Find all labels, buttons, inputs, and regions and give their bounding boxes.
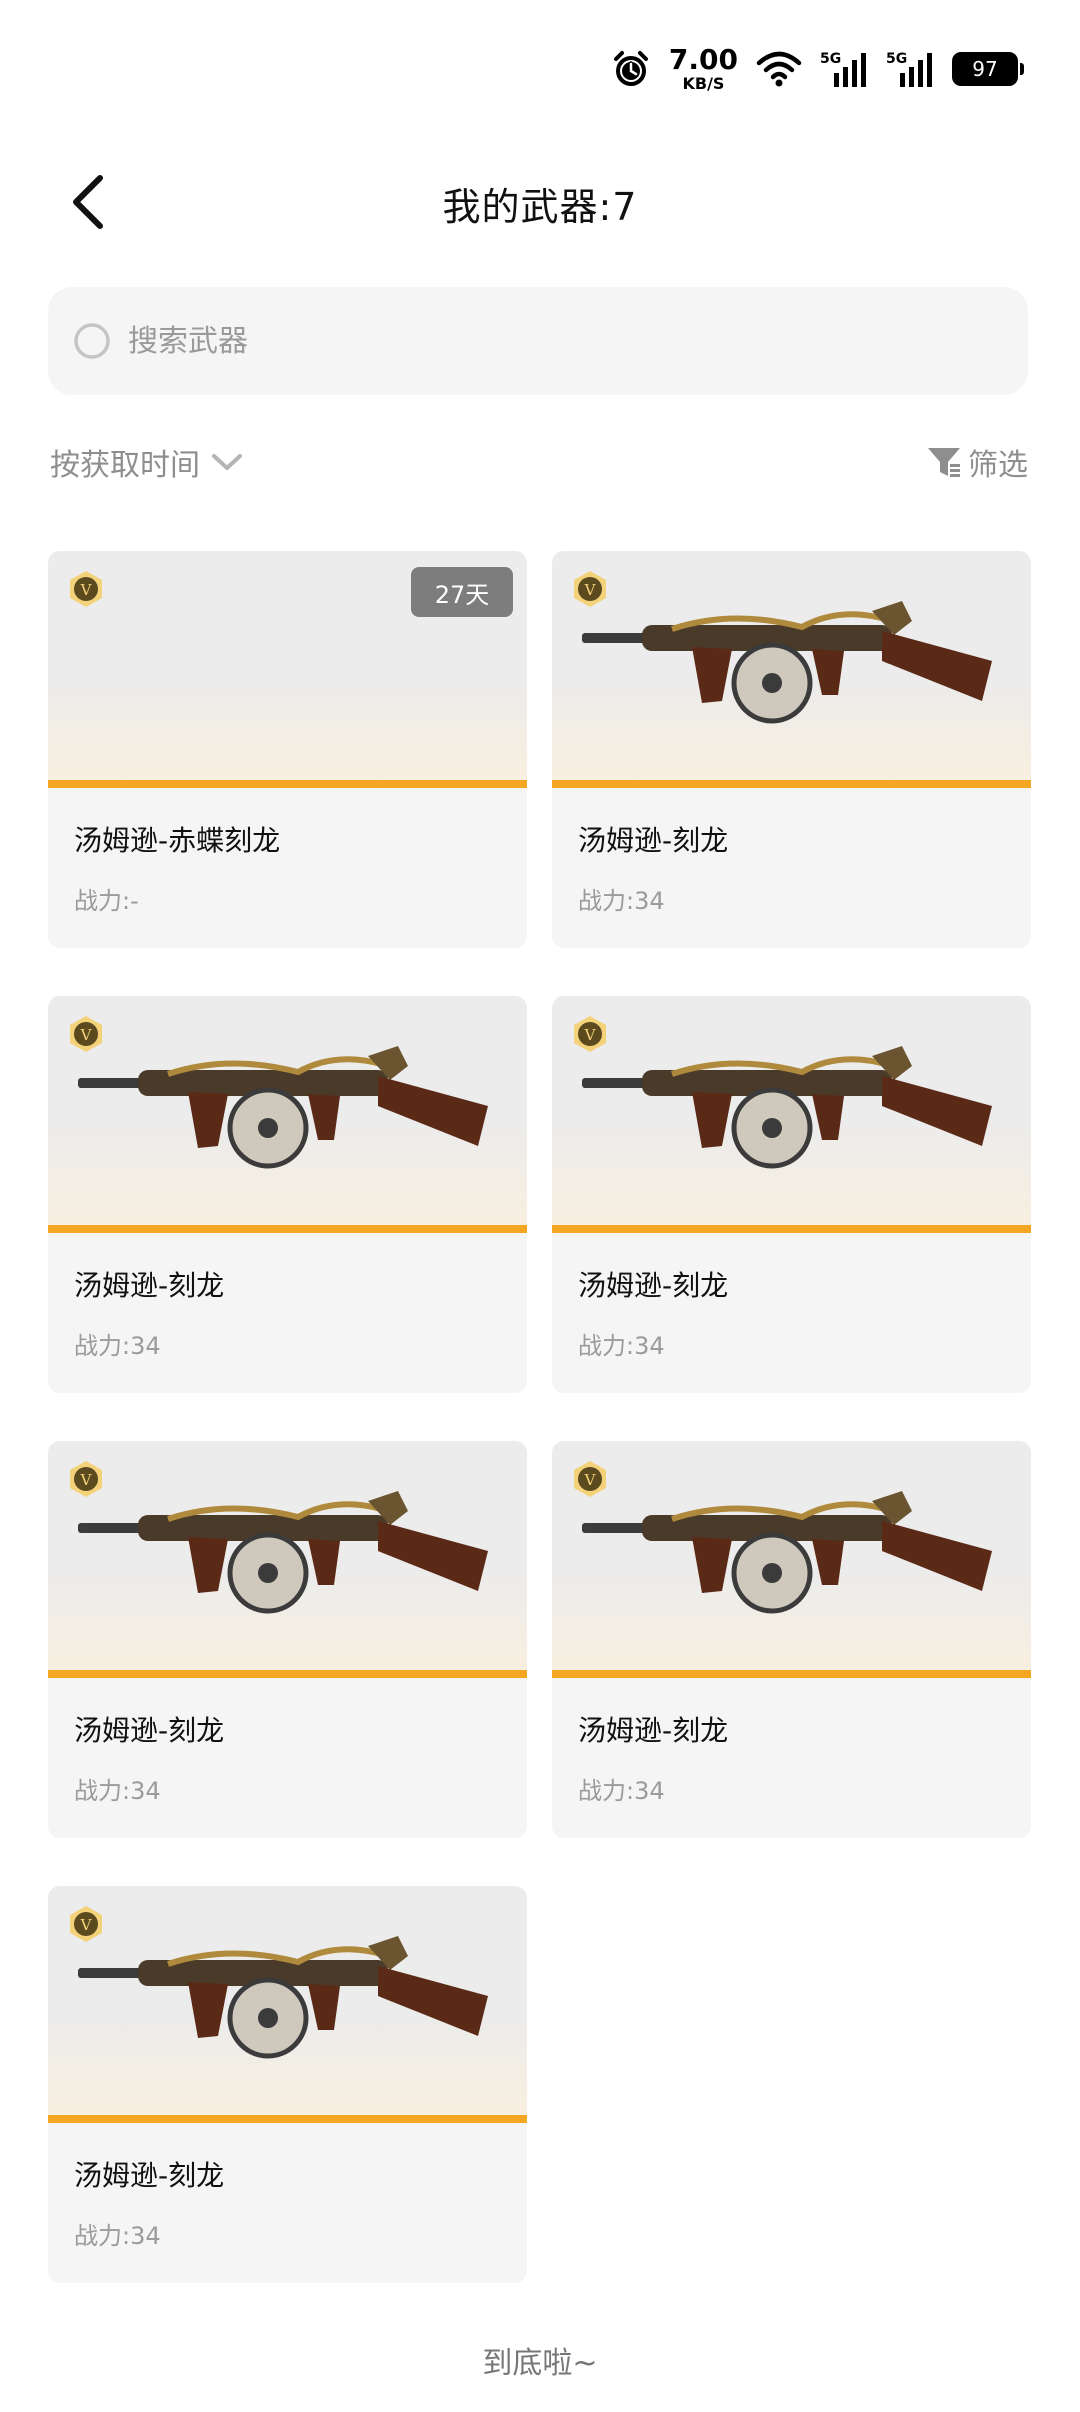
end-of-list-text: 到底啦~ bbox=[482, 2346, 598, 2381]
battery-icon: 97 bbox=[952, 52, 1024, 86]
weapon-card[interactable]: V 27天 汤姆逊-赤蝶刻龙 战力:- bbox=[48, 551, 527, 948]
weapon-name: 汤姆逊-赤蝶刻龙 bbox=[74, 824, 281, 857]
weapon-power: 战力:34 bbox=[74, 1332, 161, 1360]
status-bar: 7.00 KB/S 5G 5G 97 bbox=[611, 40, 1024, 98]
weapon-image-area: V bbox=[48, 996, 527, 1233]
tommy-gun-image bbox=[582, 601, 992, 724]
expiry-tag: 27天 bbox=[411, 567, 513, 617]
page-title: 我的武器:7 bbox=[442, 185, 638, 229]
weapon-image-area: V 27天 bbox=[48, 551, 527, 788]
svg-text:5G: 5G bbox=[820, 51, 841, 67]
weapon-power: 战力:34 bbox=[578, 1332, 665, 1360]
weapon-image-area: V bbox=[552, 551, 1031, 788]
weapon-card[interactable]: V 汤姆逊-刻龙 战力:34 bbox=[48, 1886, 527, 2283]
filter-icon bbox=[926, 444, 962, 480]
chevron-down-icon bbox=[210, 451, 244, 473]
tommy-gun-image bbox=[582, 1046, 992, 1169]
weapon-card[interactable]: V 汤姆逊-刻龙 战力:34 bbox=[552, 996, 1031, 1393]
tommy-gun-image bbox=[78, 1491, 488, 1614]
signal-5g-icon: 5G bbox=[820, 49, 868, 89]
alarm-icon bbox=[611, 49, 651, 89]
weapon-card[interactable]: V 汤姆逊-刻龙 战力:34 bbox=[48, 1441, 527, 1838]
weapon-power: 战力:34 bbox=[578, 887, 665, 915]
filter-label: 筛选 bbox=[968, 448, 1028, 483]
signal-5g-icon: 5G bbox=[886, 49, 934, 89]
network-speed-value: 7.00 bbox=[668, 43, 738, 76]
tommy-gun-image bbox=[582, 1491, 992, 1614]
search-icon bbox=[70, 319, 114, 363]
sort-label: 按获取时间 bbox=[50, 448, 200, 483]
search-input[interactable] bbox=[126, 322, 990, 360]
vip-badge-icon: V bbox=[70, 571, 102, 607]
svg-text:V: V bbox=[80, 581, 93, 599]
network-speed: 7.00 KB/S bbox=[669, 46, 738, 92]
weapon-card[interactable]: V 汤姆逊-刻龙 战力:34 bbox=[552, 1441, 1031, 1838]
weapon-card[interactable]: V 汤姆逊-刻龙 战力:34 bbox=[48, 996, 527, 1393]
weapon-power: 战力:34 bbox=[578, 1777, 665, 1805]
filter-button[interactable]: 筛选 bbox=[926, 440, 1028, 484]
weapon-card[interactable]: V 汤姆逊-刻龙 战力:34 bbox=[552, 551, 1031, 948]
weapon-image-area: V bbox=[552, 1441, 1031, 1678]
weapon-image-area: V bbox=[48, 1886, 527, 2123]
weapon-name: 汤姆逊-刻龙 bbox=[74, 1714, 225, 1747]
weapon-name: 汤姆逊-刻龙 bbox=[578, 1714, 729, 1747]
weapon-power: 战力:34 bbox=[74, 2222, 161, 2250]
network-speed-unit: KB/S bbox=[682, 74, 725, 93]
svg-text:5G: 5G bbox=[886, 51, 907, 67]
weapon-name: 汤姆逊-刻龙 bbox=[578, 824, 729, 857]
weapon-power: 战力:- bbox=[74, 887, 139, 915]
weapon-image-area: V bbox=[48, 1441, 527, 1678]
weapon-name: 汤姆逊-刻龙 bbox=[578, 1269, 729, 1302]
sort-dropdown[interactable]: 按获取时间 bbox=[50, 440, 244, 484]
weapon-image-area: V bbox=[552, 996, 1031, 1233]
tommy-gun-image bbox=[78, 1046, 488, 1169]
weapon-name: 汤姆逊-刻龙 bbox=[74, 1269, 225, 1302]
weapon-power: 战力:34 bbox=[74, 1777, 161, 1805]
weapon-name: 汤姆逊-刻龙 bbox=[74, 2159, 225, 2192]
search-box[interactable] bbox=[48, 287, 1028, 395]
tommy-gun-image bbox=[78, 1936, 488, 2059]
wifi-icon bbox=[756, 51, 802, 87]
battery-level: 97 bbox=[972, 57, 998, 81]
weapon-grid: V 27天 汤姆逊-赤蝶刻龙 战力:- V 汤姆逊-刻龙 战力:34 V 汤姆逊… bbox=[48, 551, 1031, 2283]
